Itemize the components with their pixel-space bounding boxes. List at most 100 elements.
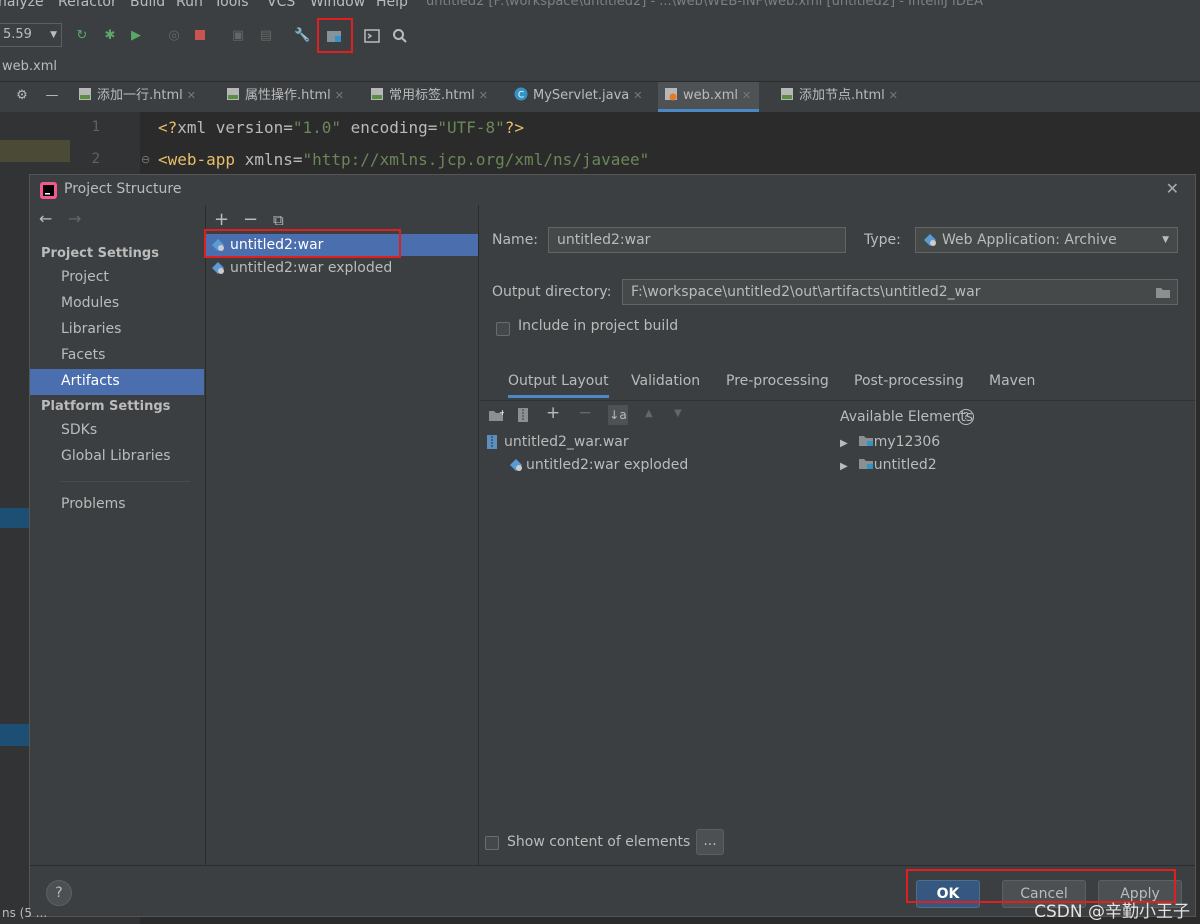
sdk-icon[interactable]: ▤ — [258, 28, 274, 44]
tab-web-xml[interactable]: web.xml ✕ — [658, 82, 760, 112]
archive-icon[interactable] — [517, 407, 529, 427]
tab-add-row-html[interactable]: 添加一行.html ✕ — [78, 82, 196, 112]
menu-run[interactable]: Run — [176, 0, 203, 10]
create-directory-icon[interactable]: + — [488, 408, 506, 426]
chevron-down-icon: ▼ — [50, 30, 57, 40]
tree-label: untitled2:war exploded — [526, 457, 689, 473]
layout-tree-item-war[interactable]: untitled2_war.war — [484, 431, 629, 453]
expand-arrow-icon[interactable]: ▶ — [840, 438, 848, 449]
move-up-icon[interactable]: ▲ — [645, 408, 653, 419]
copy-icon[interactable]: ⧉ — [273, 211, 284, 229]
close-icon[interactable]: ✕ — [1166, 179, 1179, 198]
nav-item-facets[interactable]: Facets — [30, 343, 204, 369]
tree-label: my12306 — [873, 434, 941, 450]
output-directory-field[interactable]: F:\workspace\untitled2\out\artifacts\unt… — [622, 279, 1178, 305]
editor-tab-bar: ⚙ — 添加一行.html ✕ 属性操作.html ✕ 常用标签.html ✕ C My… — [0, 82, 1200, 113]
nav-item-libraries[interactable]: Libraries — [30, 317, 204, 343]
close-icon[interactable]: ✕ — [335, 89, 344, 102]
profile-icon[interactable]: ◎ — [166, 28, 182, 44]
available-tree-item-untitled2[interactable]: ▶ untitled2 — [840, 454, 937, 476]
show-content-options-button[interactable]: ... — [696, 829, 724, 855]
name-field[interactable]: untitled2:war — [548, 227, 846, 253]
nav-item-sdks[interactable]: SDKs — [30, 418, 204, 444]
tab-attr-ops-html[interactable]: 属性操作.html ✕ — [226, 82, 344, 112]
tab-maven[interactable]: Maven — [989, 373, 1035, 389]
close-icon[interactable]: ✕ — [889, 89, 898, 102]
rerun-icon[interactable]: ↻ — [74, 28, 90, 44]
tab-validation[interactable]: Validation — [631, 373, 700, 389]
back-arrow-icon[interactable]: ← — [39, 209, 52, 228]
intellij-logo-icon — [40, 182, 57, 199]
menu-tools[interactable]: Tools — [214, 0, 249, 10]
run-config-select[interactable]: 5.59 ▼ — [0, 23, 62, 47]
html-file-icon — [227, 88, 239, 100]
nav-item-global-libraries[interactable]: Global Libraries — [30, 444, 204, 470]
menu-help[interactable]: Help — [376, 0, 408, 10]
forward-arrow-icon[interactable]: → — [68, 209, 81, 228]
web-archive-icon — [510, 459, 522, 471]
close-icon[interactable]: ✕ — [187, 89, 196, 102]
window-title: untitled2 [F:\workspace\untitled2] - ...… — [426, 0, 983, 9]
menu-refactor[interactable]: Refactor — [58, 0, 117, 10]
move-down-icon[interactable]: ▼ — [674, 408, 682, 419]
menu-analyze[interactable]: nalyze — [0, 0, 44, 10]
remove-element-icon[interactable]: − — [578, 403, 592, 423]
tab-add-node-html[interactable]: 添加节点.html ✕ — [780, 82, 898, 112]
type-select[interactable]: Web Application: Archive ▼ — [915, 227, 1178, 253]
menu-vcs[interactable]: VCS — [267, 0, 295, 10]
coverage-icon[interactable]: ▶ — [128, 28, 144, 44]
nav-heading-project-settings: Project Settings — [41, 246, 159, 261]
sort-icon[interactable]: ↓a — [608, 405, 628, 425]
available-elements-label: Available Elements — [840, 409, 974, 425]
settings-wrench-icon[interactable]: 🔧 — [294, 28, 310, 44]
side-selection-marker-2 — [0, 724, 29, 746]
fold-icon[interactable]: ⊖ — [141, 153, 150, 166]
help-circle-icon[interactable]: ? — [958, 409, 974, 425]
tab-label: 添加一行.html — [97, 88, 183, 103]
tree-label: untitled2_war.war — [504, 434, 629, 450]
artifact-details-panel: Name: untitled2:war Type: Web Applicatio… — [480, 205, 1195, 865]
line-number: 1 — [91, 119, 100, 135]
tab-common-tags-html[interactable]: 常用标签.html ✕ — [370, 82, 488, 112]
hide-icon[interactable]: — — [44, 88, 60, 104]
nav-item-modules[interactable]: Modules — [30, 291, 204, 317]
debug-icon[interactable]: ✱ — [102, 28, 118, 44]
include-build-checkbox[interactable] — [496, 322, 510, 336]
show-content-checkbox[interactable] — [485, 836, 499, 850]
layout-tree-item-war-exploded[interactable]: untitled2:war exploded — [504, 454, 688, 476]
expand-arrow-icon[interactable]: ▶ — [840, 461, 848, 472]
tab-label: 属性操作.html — [245, 88, 331, 103]
nav-item-artifacts[interactable]: Artifacts — [30, 369, 204, 395]
dialog-title: Project Structure — [64, 181, 182, 197]
line-number: 2 — [91, 151, 100, 167]
side-selection-marker — [0, 508, 29, 528]
web-archive-icon — [924, 234, 936, 246]
close-icon[interactable]: ✕ — [479, 89, 488, 102]
search-icon[interactable] — [392, 28, 408, 44]
tab-output-layout[interactable]: Output Layout — [508, 373, 609, 398]
available-tree-item-my12306[interactable]: ▶ my12306 — [840, 431, 940, 453]
tab-label: web.xml — [683, 88, 738, 103]
output-directory-label: Output directory: — [492, 284, 612, 300]
artifact-item-war-exploded[interactable]: untitled2:war exploded — [206, 257, 478, 279]
breadcrumb[interactable]: web.xml — [0, 56, 1200, 82]
help-button[interactable]: ? — [46, 880, 72, 906]
nav-item-project[interactable]: Project — [30, 265, 204, 291]
gear-icon[interactable]: ⚙ — [14, 88, 30, 104]
remove-icon[interactable]: − — [243, 209, 258, 230]
nav-item-problems[interactable]: Problems — [30, 492, 204, 518]
name-label: Name: — [492, 232, 539, 248]
close-icon[interactable]: ✕ — [633, 89, 642, 102]
tab-pre-processing[interactable]: Pre-processing — [726, 373, 829, 389]
terminal-icon[interactable] — [364, 28, 380, 44]
stop-icon[interactable] — [192, 28, 208, 44]
menu-window[interactable]: Window — [310, 0, 365, 10]
folder-icon[interactable] — [1155, 285, 1171, 299]
add-copy-icon[interactable]: + — [546, 403, 560, 423]
tab-myservlet-java[interactable]: C MyServlet.java ✕ — [514, 82, 643, 112]
tab-post-processing[interactable]: Post-processing — [854, 373, 964, 389]
close-icon[interactable]: ✕ — [742, 89, 751, 102]
menu-build[interactable]: Build — [130, 0, 165, 10]
build-project-icon[interactable]: ▣ — [230, 28, 246, 44]
add-icon[interactable]: + — [214, 209, 229, 230]
